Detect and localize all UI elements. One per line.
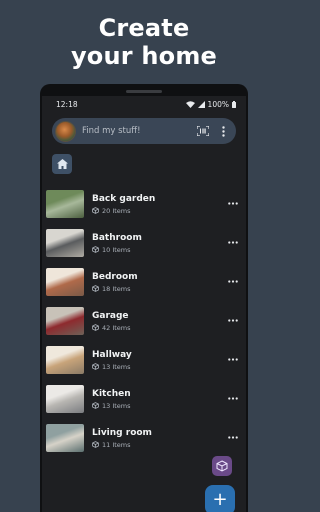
add-item-button[interactable] xyxy=(212,456,232,476)
promo-line-1: Create xyxy=(98,14,190,42)
box-icon xyxy=(92,441,99,448)
search-input[interactable]: Find my stuff! xyxy=(82,126,196,136)
room-list-item[interactable]: Living room 11 Items xyxy=(46,418,242,457)
room-text: Bathroom 10 Items xyxy=(92,232,242,254)
room-list-item[interactable]: Bedroom 18 Items xyxy=(46,262,242,301)
signal-icon xyxy=(197,100,205,108)
scan-button[interactable] xyxy=(196,124,210,138)
barcode-scan-icon xyxy=(197,126,209,136)
box-add-icon xyxy=(216,460,228,472)
more-horiz-icon xyxy=(228,435,238,439)
room-name: Bedroom xyxy=(92,271,138,282)
room-count-label: 10 Items xyxy=(102,245,131,254)
room-thumbnail xyxy=(46,189,84,218)
room-count-label: 13 Items xyxy=(102,401,131,410)
more-horiz-icon xyxy=(228,279,238,283)
home-icon xyxy=(56,159,68,169)
more-horiz-icon xyxy=(228,318,238,322)
battery-icon xyxy=(232,100,236,108)
room-text: Garage 42 Items xyxy=(92,310,242,332)
more-horiz-icon xyxy=(228,240,238,244)
room-count-label: 20 Items xyxy=(102,206,131,215)
room-count-label: 18 Items xyxy=(102,284,131,293)
home-breadcrumb-button[interactable] xyxy=(52,154,72,174)
room-count-label: 13 Items xyxy=(102,362,131,371)
room-count-label: 11 Items xyxy=(102,440,131,449)
room-list-item[interactable]: Kitchen 13 Items xyxy=(46,379,242,418)
box-icon xyxy=(92,363,99,370)
room-list-item[interactable]: Bathroom 10 Items xyxy=(46,223,242,262)
avatar[interactable] xyxy=(55,120,76,142)
room-thumbnail xyxy=(46,384,84,413)
box-icon xyxy=(92,246,99,253)
room-thumbnail xyxy=(46,267,84,296)
room-list: Back garden 20 Items Bathroom 10 Items Bedro… xyxy=(46,184,242,457)
room-text: Living room 11 Items xyxy=(92,427,242,449)
box-icon xyxy=(92,285,99,292)
more-vert-icon xyxy=(221,125,225,137)
room-item-count: 18 Items xyxy=(92,285,242,293)
room-options-button[interactable] xyxy=(226,391,240,405)
room-text: Back garden 20 Items xyxy=(92,193,242,215)
room-item-count: 13 Items xyxy=(92,402,242,410)
status-bar: 12:18 100% xyxy=(42,96,246,112)
room-text: Bedroom 18 Items xyxy=(92,271,242,293)
promo-heading: Create your home xyxy=(0,14,288,70)
room-list-item[interactable]: Back garden 20 Items xyxy=(46,184,242,223)
box-icon xyxy=(92,207,99,214)
room-item-count: 20 Items xyxy=(92,207,242,215)
promo-line-2: your home xyxy=(70,42,218,70)
room-thumbnail xyxy=(46,228,84,257)
more-horiz-icon xyxy=(228,201,238,205)
room-options-button[interactable] xyxy=(226,235,240,249)
room-name: Back garden xyxy=(92,193,156,204)
box-icon xyxy=(92,324,99,331)
search-bar[interactable]: Find my stuff! xyxy=(52,118,236,144)
room-options-button[interactable] xyxy=(226,196,240,210)
battery-percent: 100% xyxy=(207,99,229,109)
room-name: Garage xyxy=(92,310,129,321)
wifi-icon xyxy=(185,100,195,108)
room-name: Bathroom xyxy=(92,232,142,243)
room-item-count: 42 Items xyxy=(92,324,242,332)
more-horiz-icon xyxy=(228,396,238,400)
box-icon xyxy=(92,402,99,409)
status-time: 12:18 xyxy=(56,99,78,109)
room-options-button[interactable] xyxy=(226,313,240,327)
room-options-button[interactable] xyxy=(226,430,240,444)
add-room-fab[interactable]: + xyxy=(205,485,235,512)
room-thumbnail xyxy=(46,423,84,452)
room-item-count: 13 Items xyxy=(92,363,242,371)
room-item-count: 11 Items xyxy=(92,441,242,449)
room-options-button[interactable] xyxy=(226,274,240,288)
more-horiz-icon xyxy=(228,357,238,361)
room-text: Kitchen 13 Items xyxy=(92,388,242,410)
room-text: Hallway 13 Items xyxy=(92,349,242,371)
room-name: Hallway xyxy=(92,349,132,360)
room-name: Kitchen xyxy=(92,388,131,399)
room-thumbnail xyxy=(46,306,84,335)
room-list-item[interactable]: Hallway 13 Items xyxy=(46,340,242,379)
room-options-button[interactable] xyxy=(226,352,240,366)
room-name: Living room xyxy=(92,427,152,438)
room-item-count: 10 Items xyxy=(92,246,242,254)
phone-notch xyxy=(126,90,162,93)
room-count-label: 42 Items xyxy=(102,323,131,332)
status-icons: 100% xyxy=(185,99,236,109)
phone-frame: 12:18 100% Find my stuff! Back garden 20… xyxy=(40,84,248,512)
overflow-menu-button[interactable] xyxy=(218,124,228,138)
app-screen: 12:18 100% Find my stuff! Back garden 20… xyxy=(42,96,246,512)
room-list-item[interactable]: Garage 42 Items xyxy=(46,301,242,340)
room-thumbnail xyxy=(46,345,84,374)
